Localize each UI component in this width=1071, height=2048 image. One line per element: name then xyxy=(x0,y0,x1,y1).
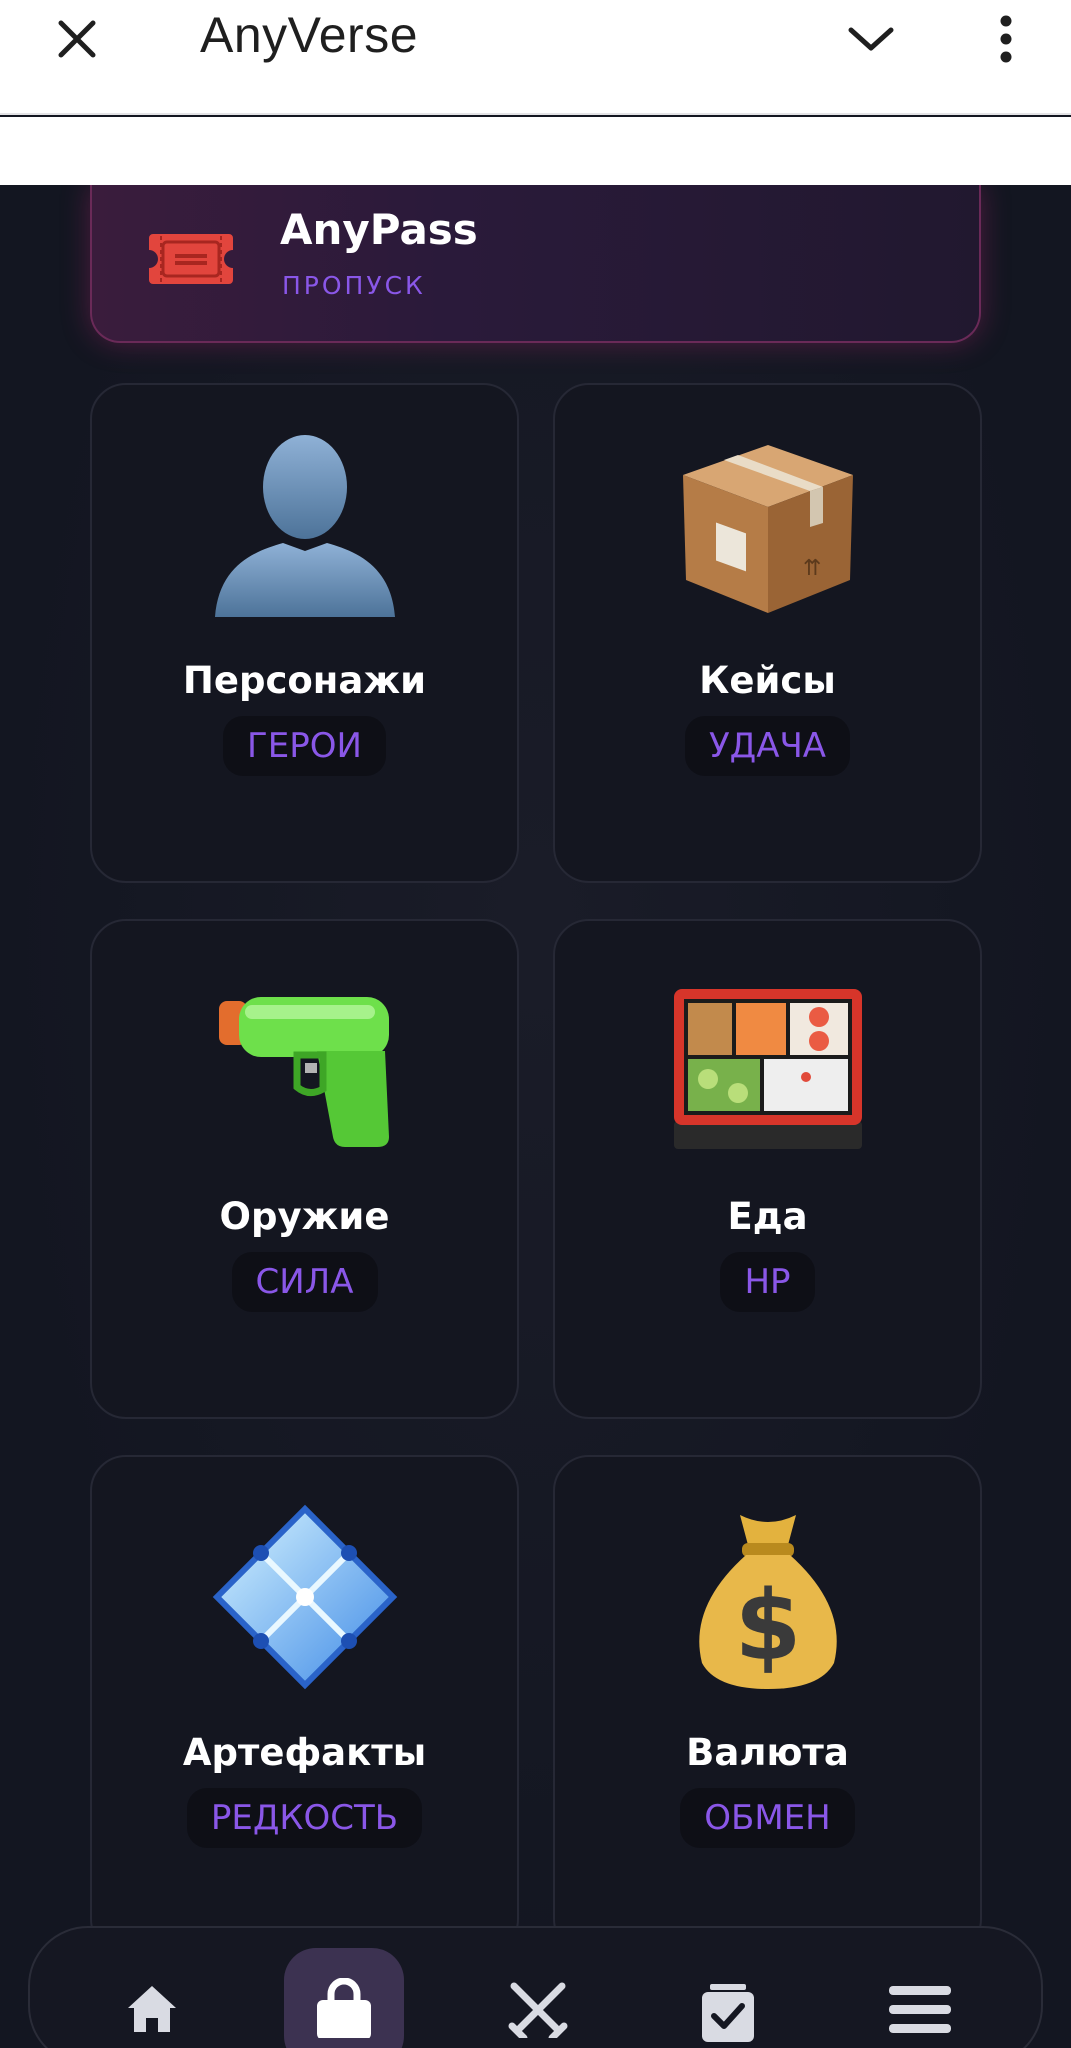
category-tile-characters[interactable]: Персонажи ГЕРОИ xyxy=(90,383,519,883)
category-label: Валюта xyxy=(686,1731,849,1774)
bento-box-icon xyxy=(673,989,862,1149)
nav-home[interactable] xyxy=(92,1952,212,2048)
category-tag: СИЛА xyxy=(231,1252,378,1312)
category-tag: РЕДКОСТЬ xyxy=(186,1788,423,1848)
task-check-icon xyxy=(702,1984,754,2042)
pass-subtitle: ПРОПУСК xyxy=(282,271,426,300)
chevron-down-icon xyxy=(848,27,894,51)
webview-top-strip xyxy=(0,117,1071,185)
category-tile-artifacts[interactable]: Артефакты РЕДКОСТЬ xyxy=(90,1455,519,1955)
more-vertical-icon xyxy=(1000,15,1012,63)
crossed-swords-icon xyxy=(508,1982,568,2038)
category-tag: УДАЧА xyxy=(684,716,851,776)
money-bag-icon: $ xyxy=(698,1515,837,1689)
close-icon xyxy=(58,20,96,58)
nav-shop[interactable] xyxy=(284,1948,404,2048)
water-pistol-icon xyxy=(218,997,389,1147)
pass-title: AnyPass xyxy=(280,205,478,254)
diamond-crystal-icon xyxy=(212,1504,397,1690)
category-label: Оружие xyxy=(219,1195,390,1238)
category-label: Артефакты xyxy=(182,1731,427,1774)
nav-menu[interactable] xyxy=(860,1952,980,2048)
category-tag: ОБМЕН xyxy=(680,1788,855,1848)
more-options-button[interactable] xyxy=(975,8,1037,70)
category-tile-cases[interactable]: ⇈ Кейсы УДАЧА xyxy=(553,383,982,883)
category-label: Еда xyxy=(727,1195,808,1238)
svg-text:⇈: ⇈ xyxy=(803,556,821,581)
category-tag: ГЕРОИ xyxy=(223,716,386,776)
category-tile-weapons[interactable]: Оружие СИЛА xyxy=(90,919,519,1419)
anypass-card[interactable]: AnyPass ПРОПУСК xyxy=(90,185,981,343)
nav-tasks[interactable] xyxy=(668,1952,788,2048)
category-tile-currency[interactable]: $ Валюта ОБМЕН xyxy=(553,1455,982,1955)
app-bar: AnyVerse xyxy=(0,0,1071,115)
category-tag: HP xyxy=(720,1252,815,1312)
person-silhouette-icon xyxy=(214,435,395,617)
ticket-icon xyxy=(149,234,233,284)
package-box-icon: ⇈ xyxy=(682,445,853,613)
home-icon xyxy=(128,1986,176,2032)
close-button[interactable] xyxy=(46,8,108,70)
svg-text:$: $ xyxy=(734,1570,801,1682)
shopping-bag-icon xyxy=(317,1978,371,2038)
app-title: AnyVerse xyxy=(200,7,419,63)
category-label: Кейсы xyxy=(699,659,836,702)
hamburger-menu-icon xyxy=(889,1986,951,2033)
nav-battle[interactable] xyxy=(478,1952,598,2048)
category-tile-food[interactable]: Еда HP xyxy=(553,919,982,1419)
bottom-navigation xyxy=(28,1926,1043,2048)
dropdown-button[interactable] xyxy=(840,8,902,70)
shop-content: AnyPass ПРОПУСК Персонажи ГЕРОИ ⇈ Кейсы … xyxy=(0,185,1071,2048)
category-label: Персонажи xyxy=(182,659,427,702)
